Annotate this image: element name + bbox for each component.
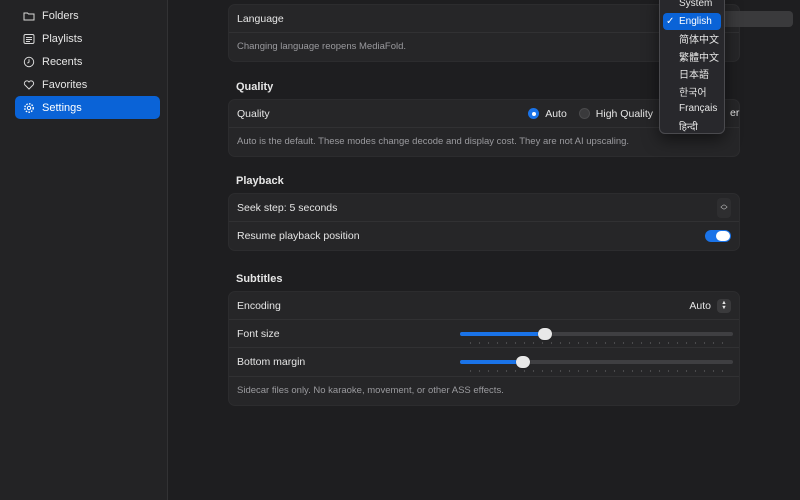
sidebar-item-label: Folders [42,9,79,22]
resume-row: Resume playback position [229,222,739,250]
font-size-label: Font size [237,327,280,340]
sidebar-item-label: Favorites [42,78,88,91]
resume-toggle[interactable] [705,230,731,242]
seek-step-row: Seek step: 5 seconds ︿ ﹀ [229,194,739,222]
sidebar-item-label: Playlists [42,32,83,45]
font-size-slider[interactable] [460,328,733,345]
sidebar-item-label: Recents [42,55,83,68]
quality-section-title: Quality [236,81,274,93]
seek-step-stepper[interactable]: ︿ ﹀ [717,197,731,218]
list-icon [23,33,35,45]
sidebar-item-favorites[interactable]: Favorites [15,73,160,96]
playback-section-title: Playback [236,175,284,187]
radio-unselected-icon [578,108,590,119]
sidebar-item-folders[interactable]: Folders [15,4,160,27]
quality-radio-high[interactable]: High Quality [578,107,653,120]
language-menu-item[interactable]: 日本語 [663,65,721,83]
menu-item-label: English [679,15,712,27]
updown-arrows-icon: ▲ ▼ [717,298,731,313]
bottom-margin-slider[interactable] [460,356,733,373]
chevron-down-icon[interactable]: ﹀ [721,208,728,215]
radio-label: Auto [545,107,567,120]
quality-label: Quality [237,107,270,120]
bottom-margin-label: Bottom margin [237,356,306,368]
font-size-row: Font size [229,320,739,348]
seek-step-label: Seek step: 5 seconds [237,201,338,214]
language-menu-item[interactable]: 繁體中文 [663,48,721,66]
slider-fill [460,360,523,364]
app-window: Folders Playlists Recents Favorites Sett… [0,0,800,500]
radio-selected-icon [528,108,540,119]
encoding-popup[interactable]: Auto ▲ ▼ [689,298,731,313]
sidebar-item-recents[interactable]: Recents [15,50,160,73]
language-popup-button[interactable] [719,11,793,27]
sidebar: Folders Playlists Recents Favorites Sett… [0,0,168,500]
subtitles-section-title: Subtitles [236,273,283,285]
slider-knob[interactable] [537,328,552,340]
language-menu: System ✓ English 简体中文 繁體中文 日本語 한국어 Franç… [659,0,725,134]
sidebar-item-label: Settings [42,101,82,114]
language-menu-item[interactable]: 简体中文 [663,30,721,48]
gear-icon [23,102,35,114]
sidebar-item-playlists[interactable]: Playlists [15,27,160,50]
quality-option-partial[interactable]: er [730,107,739,119]
language-menu-item[interactable]: Français [663,100,721,118]
resume-label: Resume playback position [237,230,360,242]
subtitles-group: Encoding Auto ▲ ▼ Font size Bottom margi… [228,291,740,406]
language-menu-item-selected[interactable]: ✓ English [663,12,721,30]
language-menu-item[interactable]: हिन्दी [663,118,721,133]
slider-ticks [466,370,731,372]
clock-icon [23,56,35,68]
quality-radio-auto[interactable]: Auto [528,108,567,120]
chevron-up-icon[interactable]: ︿ [721,201,728,208]
slider-knob[interactable] [515,356,530,368]
heart-icon [23,79,35,91]
sidebar-item-settings[interactable]: Settings [15,96,160,119]
encoding-value: Auto [689,299,711,312]
language-menu-item[interactable]: 한국어 [663,83,721,101]
playback-group: Seek step: 5 seconds ︿ ﹀ Resume playback… [228,193,740,251]
encoding-row: Encoding Auto ▲ ▼ [229,292,739,320]
folder-icon [23,10,35,22]
checkmark-icon: ✓ [666,15,675,27]
bottom-margin-row: Bottom margin [229,348,739,376]
radio-label: High Quality [595,107,653,120]
language-label: Language [237,12,284,25]
encoding-label: Encoding [237,299,281,312]
subtitles-note: Sidecar files only. No karaoke, movement… [229,376,739,405]
language-menu-item[interactable]: System [663,0,721,13]
slider-fill [460,332,545,336]
settings-pane: Language Changing language reopens Media… [168,0,800,500]
toggle-knob [716,231,730,241]
slider-ticks [466,342,731,344]
